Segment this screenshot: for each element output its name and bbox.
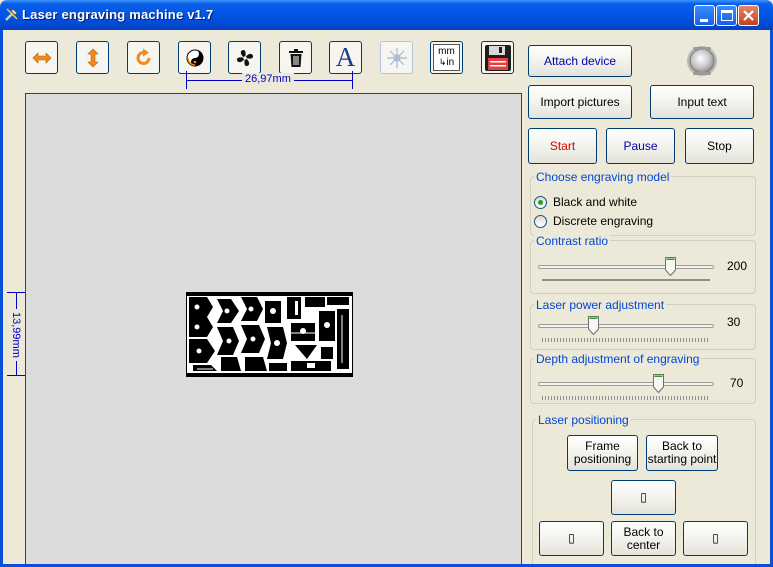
stop-button[interactable]: Stop — [685, 128, 754, 164]
rotate-clockwise-icon — [136, 48, 150, 65]
width-dimension: 26,97mm — [186, 71, 353, 89]
back-to-center-button[interactable]: Back to center — [611, 521, 676, 556]
flip-vertical-button[interactable] — [76, 41, 109, 74]
import-pictures-button[interactable]: Import pictures — [528, 85, 632, 119]
radio-black-and-white[interactable]: Black and white — [534, 195, 637, 209]
horizontal-arrows-icon — [32, 51, 51, 64]
fan-button[interactable] — [228, 41, 261, 74]
radio-button[interactable] — [534, 214, 547, 228]
window-title: Laser engraving machine v1.7 — [22, 7, 214, 22]
contrast-value: 200 — [727, 259, 748, 273]
radio-label: Black and white — [553, 195, 638, 209]
radio-discrete-engraving[interactable]: Discrete engraving — [534, 214, 653, 228]
engraving-model-title: Choose engraving model — [534, 170, 672, 184]
width-label: 26,97mm — [242, 73, 294, 85]
in-label: ↳in — [438, 57, 455, 68]
window-frame-left — [0, 30, 3, 567]
start-button[interactable]: Start — [528, 128, 597, 164]
engraving-pattern — [187, 293, 352, 376]
move-right-button[interactable]: ▯ — [683, 521, 748, 556]
back-to-start-button[interactable]: Back to starting point — [646, 435, 718, 471]
crosshair-button[interactable] — [380, 41, 413, 74]
unit-toggle-button[interactable]: mm ↳in — [430, 41, 463, 74]
letter-a-icon: A — [335, 42, 356, 72]
rotate-button[interactable] — [127, 41, 160, 74]
depth-value: 70 — [730, 376, 744, 390]
add-text-tool-button[interactable]: A — [329, 41, 362, 74]
title-bar: Laser engraving machine v1.7 — [0, 0, 773, 30]
tools-icon — [4, 6, 20, 22]
contrast-slider[interactable] — [538, 256, 714, 281]
power-title: Laser power adjustment — [534, 298, 667, 312]
close-icon — [743, 10, 754, 21]
input-text-button[interactable]: Input text — [650, 85, 754, 119]
positioning-title: Laser positioning — [536, 413, 631, 427]
depth-slider[interactable] — [538, 373, 714, 400]
height-label: 13,99mm — [10, 309, 22, 361]
engraving-image[interactable] — [186, 292, 353, 377]
contrast-title: Contrast ratio — [534, 234, 611, 248]
move-left-button[interactable]: ▯ — [539, 521, 604, 556]
flip-horizontal-button[interactable] — [25, 41, 58, 74]
depth-title: Depth adjustment of engraving — [534, 352, 702, 366]
laser-power-slider[interactable] — [538, 315, 714, 342]
vertical-arrows-icon — [86, 48, 99, 67]
invert-button[interactable] — [178, 41, 211, 74]
maximize-button[interactable] — [716, 5, 737, 26]
crosshair-icon — [386, 47, 407, 68]
floppy-disk-icon — [484, 44, 511, 71]
save-button[interactable] — [481, 41, 514, 74]
mm-label: mm — [438, 46, 455, 57]
power-value: 30 — [727, 315, 741, 329]
attach-device-button[interactable]: Attach device — [528, 45, 632, 77]
fan-icon — [236, 49, 253, 66]
minimize-icon — [700, 19, 708, 22]
slider-thumb[interactable] — [588, 316, 599, 335]
pause-button[interactable]: Pause — [606, 128, 675, 164]
minimize-button[interactable] — [694, 5, 715, 26]
slider-thumb[interactable] — [653, 374, 664, 393]
delete-button[interactable] — [279, 41, 312, 74]
connection-light-icon — [685, 44, 719, 78]
slider-thumb[interactable] — [665, 257, 676, 276]
yin-yang-icon — [186, 49, 203, 66]
close-button[interactable] — [738, 5, 759, 26]
height-dimension: 13,99mm — [7, 292, 25, 376]
mm-in-icon: mm ↳in — [433, 44, 460, 71]
move-up-button[interactable]: ▯ — [611, 480, 676, 515]
maximize-icon — [721, 10, 733, 21]
trash-icon — [288, 48, 303, 67]
radio-label: Discrete engraving — [553, 214, 654, 228]
radio-button-checked[interactable] — [534, 195, 547, 209]
frame-positioning-button[interactable]: Frame positioning — [567, 435, 638, 471]
